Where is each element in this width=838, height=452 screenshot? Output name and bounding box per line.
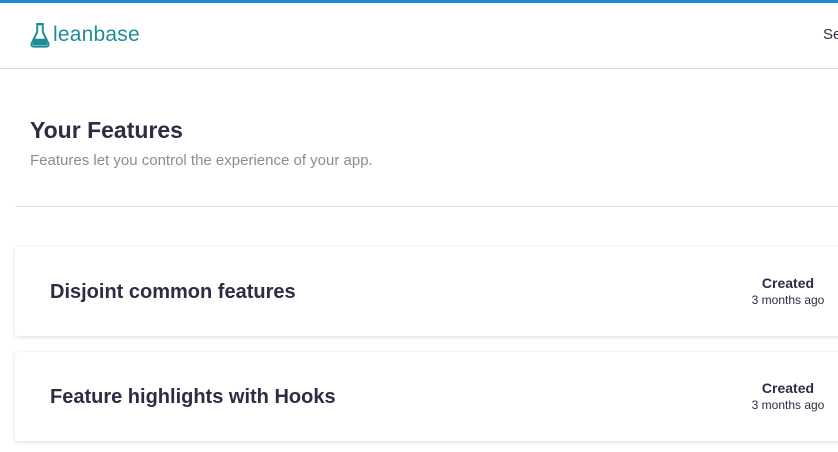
logo-text: leanbase bbox=[53, 23, 140, 46]
feature-card[interactable]: Feature highlights with Hooks Created 3 … bbox=[15, 352, 838, 441]
flask-icon bbox=[30, 22, 50, 48]
header-nav-item[interactable]: Se bbox=[823, 26, 838, 43]
page-title: Your Features bbox=[30, 117, 183, 143]
feature-title: Disjoint common features bbox=[50, 281, 296, 303]
created-value: 3 months ago bbox=[751, 293, 825, 307]
created-label: Created bbox=[761, 380, 815, 396]
feature-created-meta: Created 3 months ago bbox=[732, 380, 838, 413]
feature-title: Feature highlights with Hooks bbox=[50, 386, 336, 408]
logo[interactable]: leanbase bbox=[30, 20, 140, 50]
created-label: Created bbox=[761, 275, 815, 291]
feature-created-meta: Created 3 months ago bbox=[732, 275, 838, 308]
created-value: 3 months ago bbox=[751, 398, 825, 412]
feature-card[interactable]: Disjoint common features Created 3 month… bbox=[15, 247, 838, 336]
section-divider bbox=[15, 206, 838, 207]
app-header: leanbase Se bbox=[0, 3, 838, 69]
page-subtitle: Features let you control the experience … bbox=[30, 152, 373, 169]
